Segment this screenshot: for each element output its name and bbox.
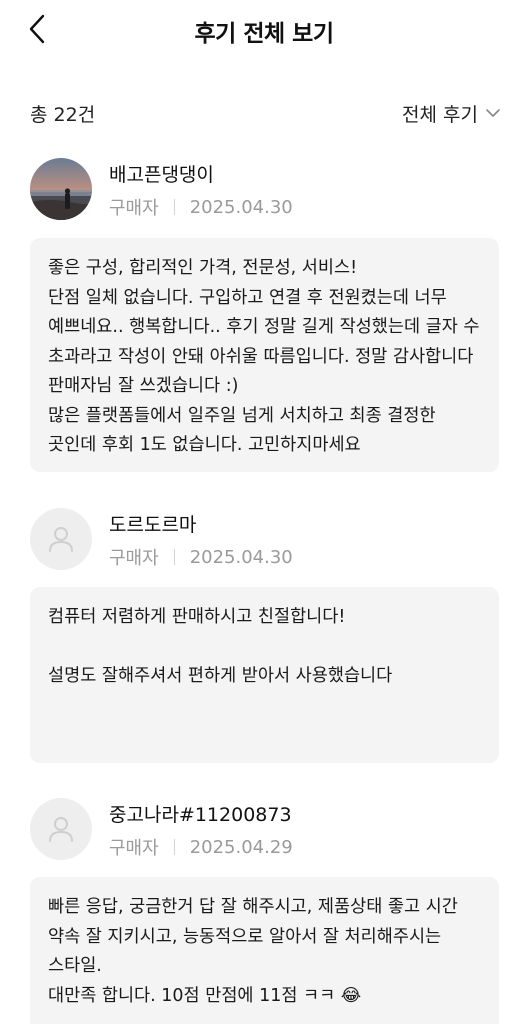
review-filter-dropdown[interactable]: 전체 후기 — [402, 100, 500, 127]
avatar[interactable] — [30, 158, 92, 220]
review-item: 배고픈댕댕이 구매자 2025.04.30 좋은 구성, 합리적인 가격, 전문… — [30, 158, 499, 472]
reviewer-role: 구매자 — [109, 838, 159, 859]
review-summary-bar: 총 22건 전체 후기 — [30, 98, 500, 128]
header: 후기 전체 보기 — [0, 0, 528, 58]
reviewer-name[interactable]: 배고픈댕댕이 — [109, 160, 214, 187]
review-meta: 구매자 2025.04.30 — [109, 194, 293, 220]
page-title: 후기 전체 보기 — [194, 21, 334, 47]
reviewer-info: 중고나라#11200873 구매자 2025.04.29 — [30, 798, 499, 864]
review-meta: 구매자 2025.04.30 — [109, 544, 293, 570]
user-placeholder-icon — [49, 817, 73, 842]
reviewer-role: 구매자 — [109, 198, 159, 219]
review-total-count: 총 22건 — [30, 103, 96, 126]
review-filter-label: 전체 후기 — [402, 103, 478, 126]
review-date: 2025.04.30 — [189, 196, 293, 218]
review-date: 2025.04.30 — [189, 546, 293, 568]
reviewer-role: 구매자 — [109, 548, 159, 569]
avatar[interactable] — [30, 508, 92, 570]
meta-divider — [173, 549, 175, 565]
chevron-down-icon — [486, 108, 500, 117]
reviewer-info: 배고픈댕댕이 구매자 2025.04.30 — [30, 158, 499, 224]
reviewer-info: 도르도르마 구매자 2025.04.30 — [30, 508, 499, 574]
review-text: 좋은 구성, 합리적인 가격, 전문성, 서비스! 단점 일체 없습니다. 구입… — [30, 238, 499, 472]
reviewer-name[interactable]: 도르도르마 — [109, 510, 196, 537]
user-placeholder-icon — [49, 527, 73, 552]
review-item: 중고나라#11200873 구매자 2025.04.29 빠른 응답, 궁금한거… — [30, 798, 499, 1024]
reviewer-name[interactable]: 중고나라#11200873 — [109, 800, 292, 827]
review-text: 빠른 응답, 궁금한거 답 잘 해주시고, 제품상태 좋고 시간 약속 잘 지키… — [30, 877, 499, 1024]
avatar-photo-image — [30, 188, 92, 220]
review-meta: 구매자 2025.04.29 — [109, 834, 293, 860]
meta-divider — [173, 839, 175, 855]
meta-divider — [173, 199, 175, 215]
review-date: 2025.04.29 — [189, 836, 293, 858]
avatar[interactable] — [30, 798, 92, 860]
review-item: 도르도르마 구매자 2025.04.30 컴퓨터 저렴하게 판매하시고 친절합니… — [30, 508, 499, 763]
review-text: 컴퓨터 저렴하게 판매하시고 친절합니다! 설명도 잘해주셔서 편하게 받아서 … — [30, 587, 499, 763]
